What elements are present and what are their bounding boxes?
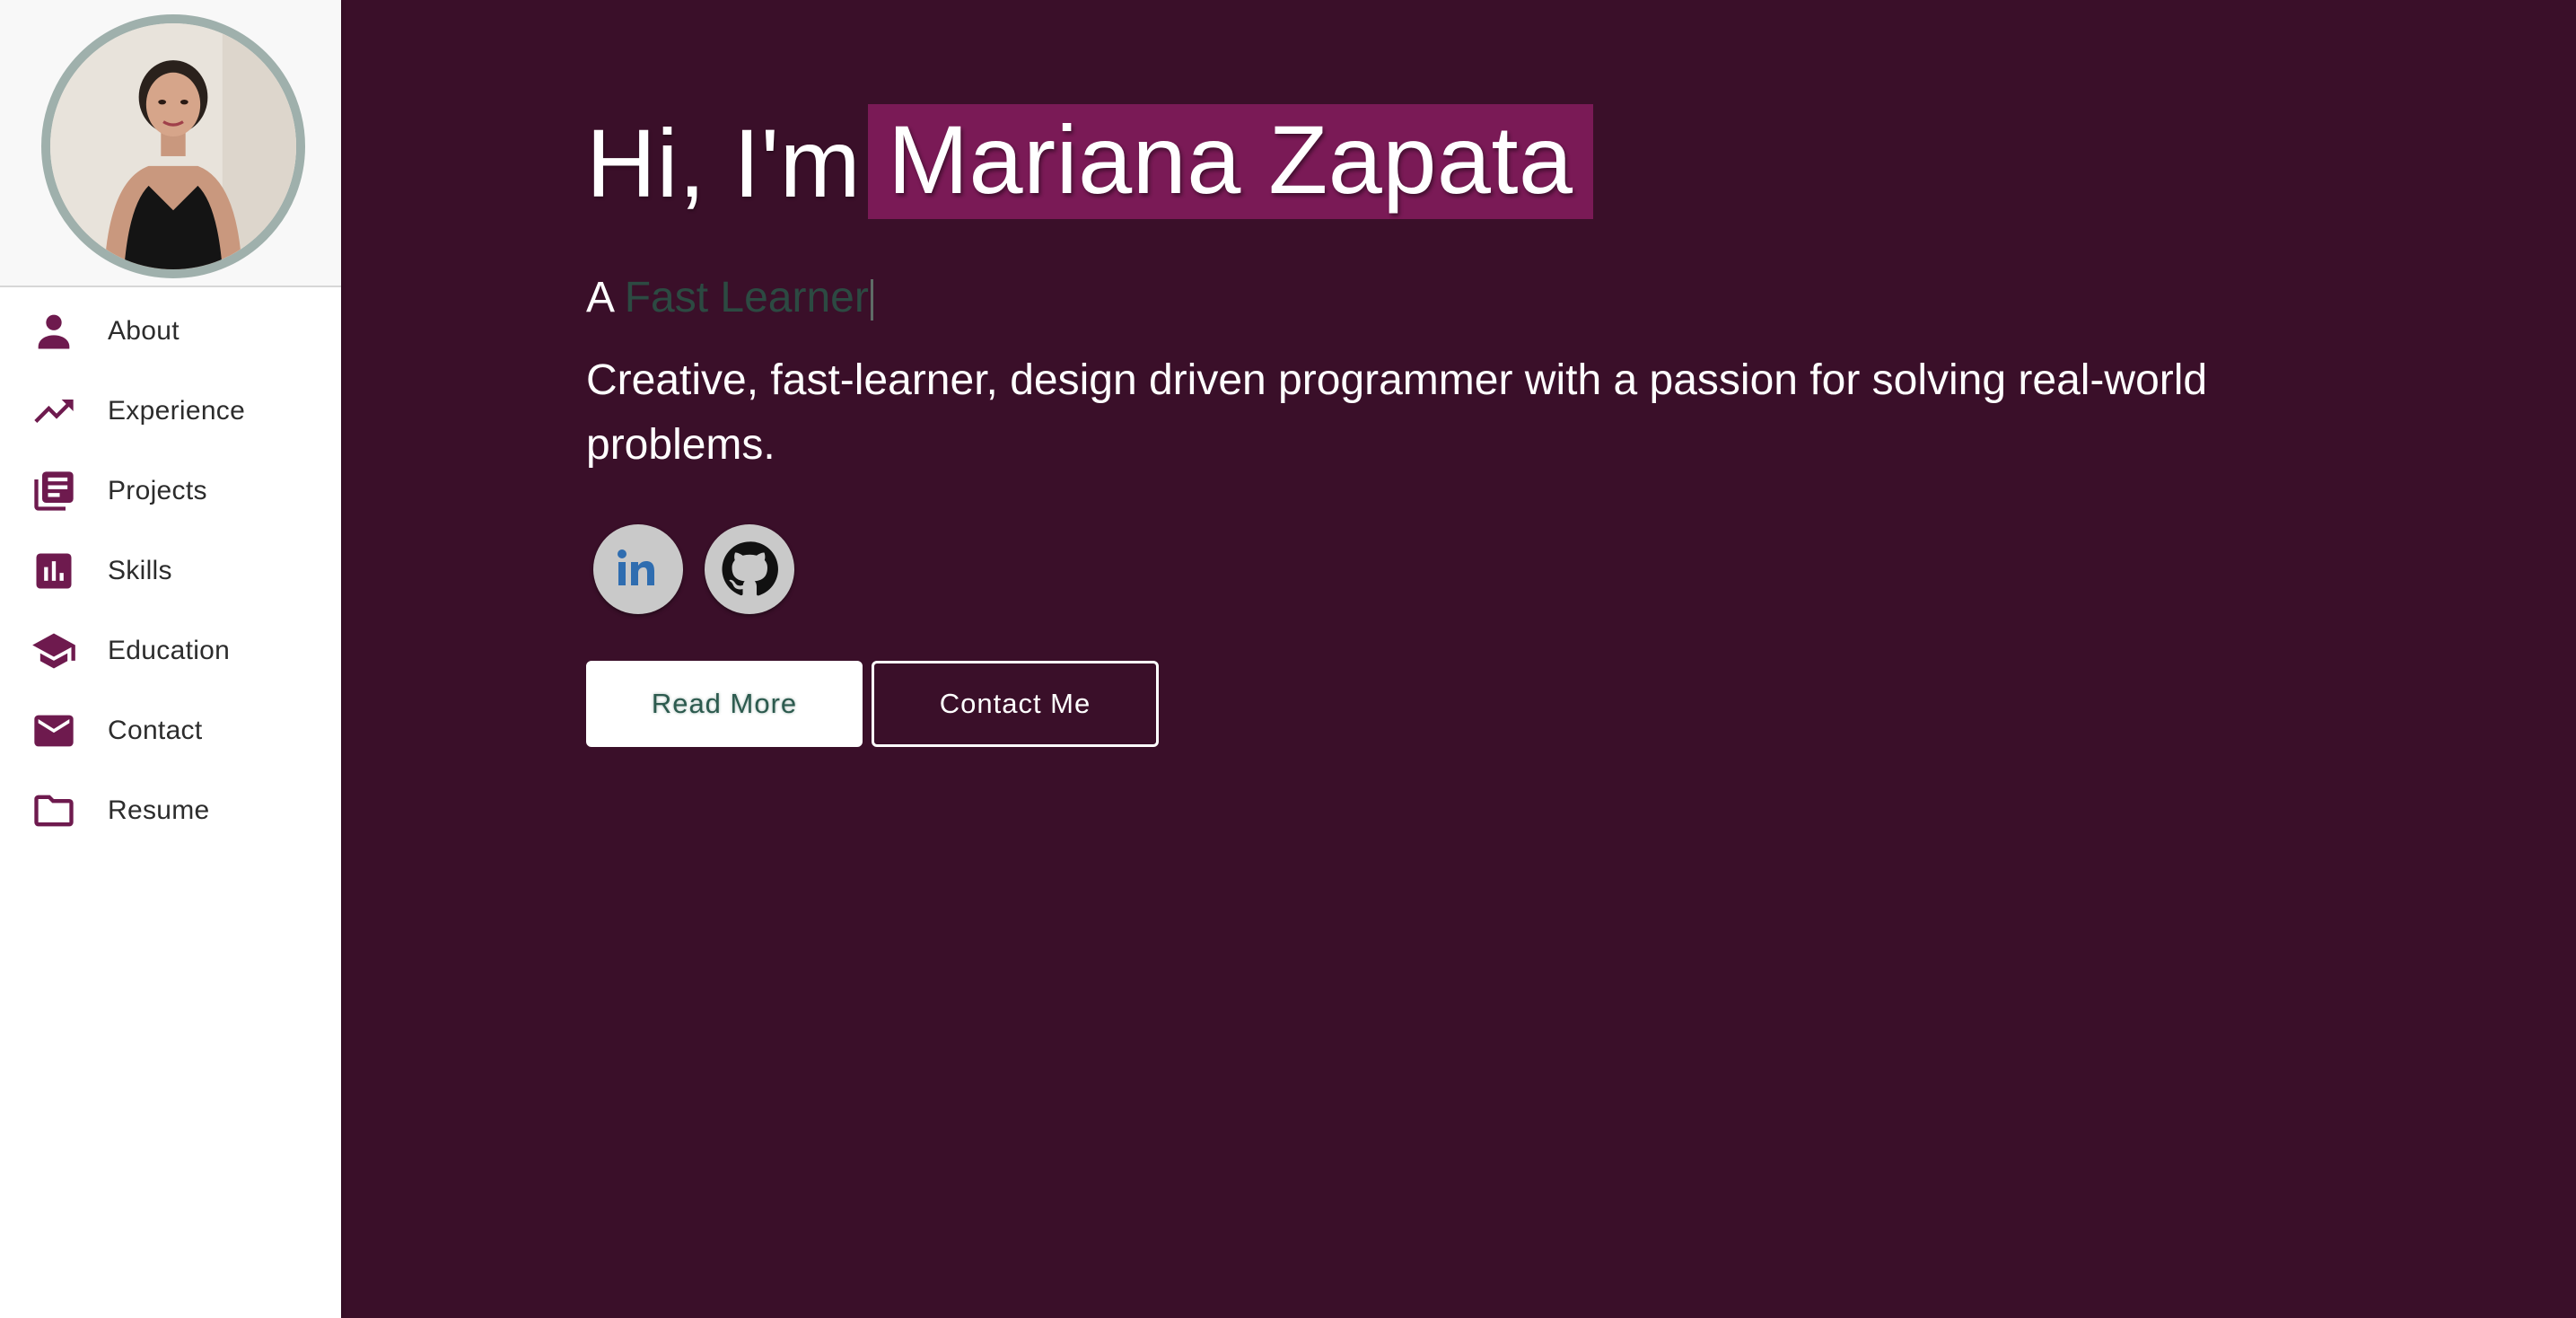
- tagline-prefix: A: [586, 274, 613, 321]
- main-content: Hi, I'm Mariana Zapata A Fast Learner Cre…: [341, 0, 2576, 1318]
- sidebar-item-resume[interactable]: Resume: [0, 770, 341, 850]
- linkedin-icon: [618, 549, 654, 585]
- github-link[interactable]: [705, 524, 794, 614]
- sidebar-item-label: Experience: [108, 395, 246, 426]
- avatar-container: [0, 0, 341, 287]
- social-links: [586, 524, 2471, 614]
- typing-cursor: [870, 279, 873, 321]
- school-icon: [29, 626, 79, 676]
- bar-chart-icon: [29, 546, 79, 596]
- folder-icon: [29, 786, 79, 836]
- sidebar-item-experience[interactable]: Experience: [0, 371, 341, 451]
- page-title: Hi, I'm Mariana Zapata: [586, 101, 2471, 226]
- sidebar-item-label: About: [108, 315, 180, 346]
- contact-me-button[interactable]: Contact Me: [872, 661, 1159, 747]
- sidebar: About Experience Projects Skills Educati…: [0, 0, 341, 1318]
- avatar: [41, 14, 305, 278]
- trending-up-icon: [29, 386, 79, 436]
- sidebar-item-about[interactable]: About: [0, 291, 341, 371]
- sidebar-item-label: Contact: [108, 715, 203, 745]
- sidebar-item-label: Skills: [108, 555, 172, 585]
- profile-photo: [50, 23, 296, 269]
- name-highlight: Mariana Zapata: [868, 104, 1593, 219]
- sidebar-item-contact[interactable]: Contact: [0, 690, 341, 770]
- tagline-typed-text: Fast Learner: [624, 274, 869, 321]
- hero-buttons: Read More Contact Me: [586, 661, 2471, 747]
- sidebar-item-projects[interactable]: Projects: [0, 451, 341, 531]
- hero-section: Hi, I'm Mariana Zapata A Fast Learner Cre…: [586, 101, 2471, 747]
- read-more-button[interactable]: Read More: [586, 661, 863, 747]
- library-books-icon: [29, 466, 79, 516]
- sidebar-item-education[interactable]: Education: [0, 611, 341, 690]
- github-icon: [722, 541, 778, 596]
- sidebar-item-label: Education: [108, 635, 231, 665]
- person-icon: [29, 306, 79, 356]
- sidebar-item-label: Resume: [108, 795, 210, 825]
- sidebar-item-skills[interactable]: Skills: [0, 531, 341, 611]
- typed-tagline: A Fast Learner: [586, 271, 2471, 325]
- sidebar-item-label: Projects: [108, 475, 207, 505]
- greeting-text: Hi, I'm: [586, 109, 862, 217]
- mail-icon: [29, 706, 79, 756]
- sidebar-nav: About Experience Projects Skills Educati…: [0, 291, 341, 850]
- bio-text: Creative, fast-learner, design driven pr…: [586, 356, 2208, 469]
- page: About Experience Projects Skills Educati…: [0, 0, 2576, 1318]
- linkedin-link[interactable]: [593, 524, 683, 614]
